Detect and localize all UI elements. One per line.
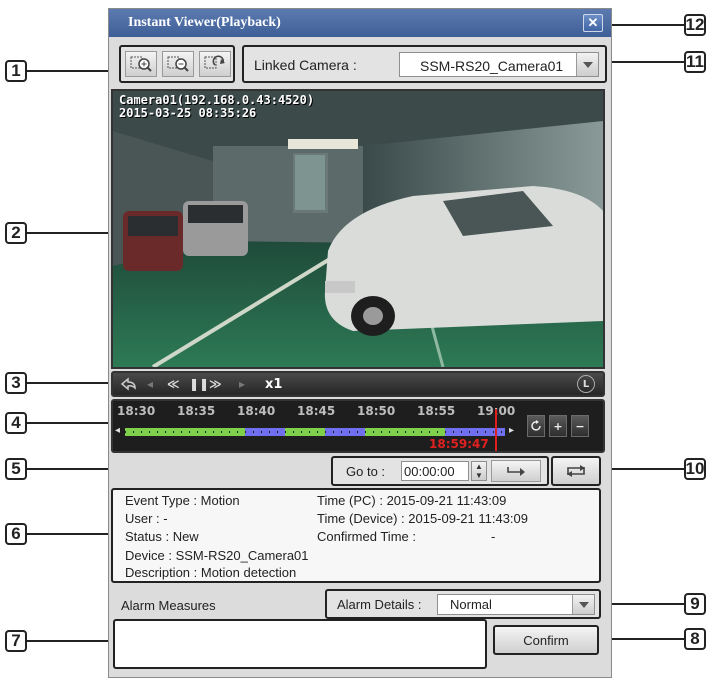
callout-4: 4 xyxy=(5,412,27,434)
event-type: Event Type : Motion xyxy=(125,493,240,508)
callout-line xyxy=(600,603,684,605)
scroll-left-icon[interactable]: ◂ xyxy=(115,425,120,436)
timeline-tick: 18:50 xyxy=(357,404,396,418)
camera-frame-image xyxy=(113,91,603,367)
zoom-out-button[interactable] xyxy=(162,51,194,77)
timeline-tick: 18:35 xyxy=(177,404,216,418)
video-timestamp: 2015-03-25 08:35:26 xyxy=(119,106,257,120)
alarm-measures-input[interactable] xyxy=(113,619,487,669)
callout-7: 7 xyxy=(5,630,27,652)
event-info-panel: Event Type : Motion User : - Status : Ne… xyxy=(111,488,601,583)
go-arrow-icon xyxy=(507,467,525,476)
alarm-measures-label: Alarm Measures xyxy=(121,598,216,613)
playhead[interactable] xyxy=(495,409,497,451)
refresh-grid-icon xyxy=(204,55,225,69)
callout-3: 3 xyxy=(5,372,27,394)
callout-line xyxy=(27,70,118,72)
current-time-label: 18:59:47 xyxy=(429,437,489,451)
close-button[interactable]: ✕ xyxy=(583,14,603,32)
timeline-zoom-in-button[interactable]: + xyxy=(549,415,567,437)
callout-line xyxy=(606,24,684,26)
live-button[interactable]: L xyxy=(577,375,595,393)
event-device: Device : SSM-RS20_Camera01 xyxy=(125,548,309,563)
callout-12: 12 xyxy=(684,14,706,36)
zoom-out-icon xyxy=(167,56,189,72)
callout-10: 10 xyxy=(684,458,706,480)
alarm-details-label: Alarm Details : xyxy=(337,597,422,612)
chevron-down-icon xyxy=(582,61,593,68)
view-toolbar xyxy=(119,45,235,83)
fast-forward-button[interactable]: ≫ xyxy=(209,377,222,391)
timeline-refresh-button[interactable] xyxy=(527,415,545,437)
dropdown-button[interactable] xyxy=(576,53,598,76)
callout-5: 5 xyxy=(5,458,27,480)
goto-label: Go to : xyxy=(346,464,386,479)
callout-line xyxy=(27,232,113,234)
callout-line xyxy=(606,61,684,63)
tick-marks xyxy=(125,431,505,433)
timeline-tick: 18:45 xyxy=(297,404,336,418)
recording-bar xyxy=(125,428,505,436)
event-time-pc: Time (PC) : 2015-09-21 11:43:09 xyxy=(317,493,507,508)
pause-button[interactable]: ❚❚ xyxy=(189,377,209,391)
alarm-details-group: Alarm Details : Normal xyxy=(325,589,601,619)
timeline[interactable]: 18:30 18:35 18:40 18:45 18:50 18:55 19:0… xyxy=(111,399,605,453)
sync-arrows-icon xyxy=(567,465,585,477)
zoom-in-icon xyxy=(130,56,152,72)
refresh-icon xyxy=(531,420,541,431)
callout-2: 2 xyxy=(5,222,27,244)
callout-line xyxy=(27,422,113,424)
playback-controls: ◂ ≪ ❚❚ ≫ ▸ x1 L xyxy=(111,371,605,397)
scroll-right-icon[interactable]: ▸ xyxy=(509,425,514,436)
event-status: Status : New xyxy=(125,529,199,544)
event-time-device: Time (Device) : 2015-09-21 11:43:09 xyxy=(317,511,528,526)
timeline-tick: 18:30 xyxy=(117,404,156,418)
fast-rewind-button[interactable]: ≪ xyxy=(167,377,180,391)
linked-camera-label: Linked Camera : xyxy=(254,57,357,73)
linked-camera-value: SSM-RS20_Camera01 xyxy=(420,58,564,74)
timeline-tick: 18:55 xyxy=(417,404,456,418)
callout-6: 6 xyxy=(5,523,27,545)
timeline-tick: 18:40 xyxy=(237,404,276,418)
instant-viewer-window: Instant Viewer(Playback) ✕ Linked Camera… xyxy=(108,8,612,678)
timeline-zoom-out-button[interactable]: − xyxy=(571,415,589,437)
rewind-return-button[interactable] xyxy=(119,376,137,395)
playback-speed: x1 xyxy=(265,377,283,392)
event-description: Description : Motion detection xyxy=(125,565,297,580)
callout-line xyxy=(600,468,684,470)
title-bar[interactable]: Instant Viewer(Playback) ✕ xyxy=(109,9,611,37)
prev-frame-button[interactable]: ◂ xyxy=(147,377,153,391)
callout-line xyxy=(27,533,113,535)
chevron-down-icon xyxy=(578,601,589,608)
callout-1: 1 xyxy=(5,60,27,82)
confirmed-time-label: Confirmed Time : xyxy=(317,529,416,544)
camera-info-overlay: Camera01(192.168.0.43:4520) xyxy=(119,93,315,107)
linked-camera-group: Linked Camera : SSM-RS20_Camera01 xyxy=(242,45,607,83)
sync-button[interactable] xyxy=(551,456,601,486)
callout-11: 11 xyxy=(684,51,706,73)
time-spinner[interactable]: ▲ ▼ xyxy=(471,461,487,481)
confirmed-time-value: - xyxy=(491,529,496,544)
callout-8: 8 xyxy=(684,628,706,650)
zoom-in-button[interactable] xyxy=(125,51,157,77)
goto-group: Go to : ▲▼ xyxy=(331,456,549,486)
undo-icon xyxy=(120,377,136,391)
callout-line xyxy=(27,382,113,384)
callout-9: 9 xyxy=(684,593,706,615)
callout-line xyxy=(27,640,115,642)
goto-time-input[interactable] xyxy=(401,461,469,481)
confirm-button[interactable]: Confirm xyxy=(493,625,599,655)
linked-camera-select[interactable]: SSM-RS20_Camera01 xyxy=(399,52,599,77)
goto-button[interactable] xyxy=(491,460,541,482)
window-title: Instant Viewer(Playback) xyxy=(128,15,281,30)
refresh-grid-button[interactable] xyxy=(199,51,231,77)
dropdown-button[interactable] xyxy=(572,595,594,614)
next-frame-button[interactable]: ▸ xyxy=(239,377,245,391)
video-viewport[interactable]: Camera01(192.168.0.43:4520) 2015-03-25 0… xyxy=(111,89,605,369)
alarm-details-value: Normal xyxy=(450,597,492,612)
alarm-details-select[interactable]: Normal xyxy=(437,594,595,615)
event-user: User : - xyxy=(125,511,168,526)
